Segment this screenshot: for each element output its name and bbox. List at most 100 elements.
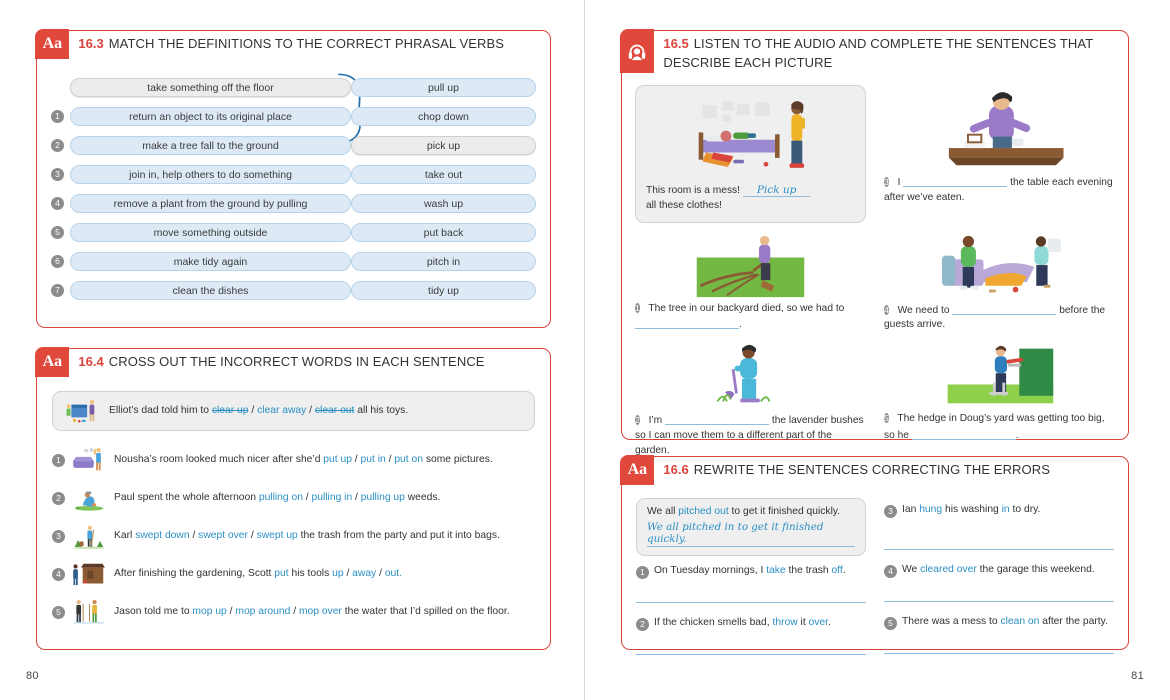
exercise-16-5-number: 16.5 [663,36,689,51]
row-marker: 1 [635,302,640,313]
answer-line[interactable] [884,652,1114,654]
part: clean on [1000,616,1040,627]
exercise-16-6-title: REWRITE THE SENTENCES CORRECTING THE ERR… [693,462,1051,477]
part: . [842,565,846,576]
page-number-right: 81 [1131,670,1144,682]
matching-activity: take something off the floor 1 return an … [37,61,550,319]
exercise-16-4: Aa 16.4 CROSS OUT THE INCORRECT WORDS IN … [35,347,551,650]
option-1[interactable]: pulling on [259,492,303,503]
sep: / [352,492,361,504]
listening-grid: This room is a mess! Pick up all these c… [635,85,1115,458]
cross-out-activity: Elliot’s dad told him to clear up / clea… [37,379,550,643]
option-3[interactable]: put on [394,454,423,465]
sep: / [302,492,312,504]
row-marker: 1 [52,453,65,467]
verb-row: wash up [351,189,536,218]
sentence-post: the trash from the party and put it into… [297,530,500,542]
woman-hanging-pictures-over-sofa-illustration [70,445,108,475]
verb-pill[interactable]: tidy up [351,281,536,300]
option-1[interactable]: up [332,568,343,579]
part: in [1001,504,1010,515]
sample-option-3[interactable]: clear out [315,405,355,416]
sentence-post: weeds. [404,492,441,504]
rewrite-question-4: 4 We cleared over the garage this weeken… [884,564,1114,578]
right-page: 16.5 LISTEN TO THE AUDIO AND COMPLETE THE… [585,0,1170,700]
option-2[interactable]: put in [361,454,386,465]
sample-post: all these clothes! [646,199,722,211]
part: his washing [942,504,1002,515]
definition-pill[interactable]: return an object to its original place [70,107,351,126]
question-text: There was a mess to clean on after the p… [902,616,1108,627]
definition-pill[interactable]: remove a plant from the ground by pullin… [70,194,351,213]
part: hung [919,504,943,515]
rewrite-item-3: 3 Ian hung his washing in to dry. [884,504,1114,550]
option-2[interactable]: away [352,568,376,579]
exercise-16-4-number: 16.4 [78,354,104,369]
answer-line[interactable] [636,601,866,603]
answer-blank[interactable] [911,427,1016,440]
answer-line[interactable] [884,548,1114,550]
question-text: Ian hung his washing in to dry. [902,504,1040,515]
listening-cell-5: 5 The hedge in Doug’s yard was getting t… [875,343,1115,458]
option-2[interactable]: mop around [235,606,290,617]
item-post: . [1015,429,1019,441]
verb-pill[interactable]: pitch in [351,252,536,271]
sep: / [189,530,199,542]
sentence-post: some pictures. [422,454,493,466]
answer-blank[interactable] [952,302,1057,315]
definition-pill[interactable]: join in, help others to do something [70,165,351,184]
listening-cell-4: 4 We need to before the guests arrive. [875,233,1115,334]
definition-pill-sample[interactable]: take something off the floor [70,78,351,97]
verb-pill[interactable]: wash up [351,194,536,213]
row-marker: 1 [636,566,649,579]
exercise-16-3: Aa 16.3 MATCH THE DEFINITIONS TO THE CORR… [35,29,551,328]
option-3[interactable]: swept up [257,530,298,541]
verb-pill[interactable]: pull up [351,78,536,97]
item-pre: I’m [648,415,663,427]
option-1[interactable]: swept down [135,530,189,541]
option-3[interactable]: mop over [299,606,342,617]
option-3[interactable]: out [385,568,399,579]
verb-pill[interactable]: chop down [351,107,536,126]
option-2[interactable]: swept over [198,530,248,541]
definition-row: 5 move something outside [51,218,351,247]
answer-blank[interactable] [665,412,770,426]
part: off [831,565,843,576]
answer-line[interactable] [636,653,866,655]
exercise-16-6-number: 16.6 [663,462,689,477]
sample-pre: We all [647,506,679,517]
sample-option-2[interactable]: clear away [257,405,306,416]
definition-pill[interactable]: make a tree fall to the ground [70,136,351,155]
verb-pill[interactable]: take out [351,165,536,184]
option-1[interactable]: put up [323,454,352,465]
sample-error: pitched out [678,506,729,517]
sample-answer: Pick up [742,184,811,197]
definition-pill[interactable]: make tidy again [70,252,351,271]
question-text: If the chicken smells bad, throw it over… [654,617,831,628]
verb-pill-sample[interactable]: pick up [351,136,536,155]
sample-option-1[interactable]: clear up [212,405,249,416]
rewrite-question-5: 5 There was a mess to clean on after the… [884,616,1114,630]
question-text: On Tuesday mornings, I take the trash of… [654,565,846,576]
part: throw [772,617,798,628]
option-1[interactable]: mop up [192,606,226,617]
rewrite-activity: We all pitched out to get it finished qu… [622,487,1128,671]
row-marker: 4 [884,304,889,315]
part: There was a mess to [902,616,1001,627]
sample-sentence: Elliot’s dad told him to clear up / clea… [109,404,408,418]
definition-pill[interactable]: clean the dishes [70,281,351,300]
option-2[interactable]: pulling in [312,492,353,503]
verb-pill[interactable]: put back [351,223,536,242]
answer-line[interactable] [884,600,1114,602]
option-3[interactable]: pulling up [361,492,405,503]
part: cleared over [920,564,977,575]
part: We [902,564,921,575]
sep: / [248,405,258,417]
man-trimming-hedge-illustration [947,345,1054,404]
definition-pill[interactable]: move something outside [70,223,351,242]
verb-word[interactable]: put [274,568,288,579]
cross-out-sentence: Nousha’s room looked much nicer after sh… [114,453,493,467]
answer-blank[interactable] [635,316,739,330]
answer-blank[interactable] [903,174,1008,187]
